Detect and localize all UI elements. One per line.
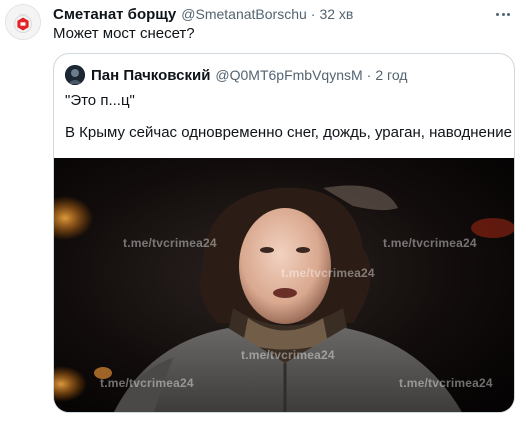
video-watermark: t.me/tvcrimea24 [399,376,493,390]
more-dot [496,12,500,16]
more-dot [501,12,505,16]
quoted-author-avatar[interactable] [65,65,85,85]
video-watermark: t.me/tvcrimea24 [123,236,217,250]
video-watermark: t.me/tvcrimea24 [100,376,194,390]
tweet-header: Сметанат борщу @SmetanatBorschu · 32 хв [53,4,353,24]
tweet[interactable]: ······· Сметанат борщу @SmetanatBorschu … [0,0,529,423]
video-watermark: t.me/tvcrimea24 [241,348,335,362]
tweet-text: Может мост снесет? [53,25,195,42]
more-options-icon[interactable] [493,6,513,22]
quoted-avatar-image-icon [65,65,85,85]
quoted-header: Пан Пачковский @Q0MT6pFmbVqynsM · 2 год [91,65,407,85]
video-watermark: t.me/tvcrimea24 [281,266,375,280]
quoted-text-line-2: В Крыму сейчас одновременно снег, дождь,… [65,124,512,141]
author-handle[interactable]: @SmetanatBorschu [181,6,307,22]
quoted-tweet[interactable]: Пан Пачковский @Q0MT6pFmbVqynsM · 2 год … [53,53,515,413]
quoted-text-line-1: "Это п...ц" [65,92,135,109]
quoted-author-handle[interactable]: @Q0MT6pFmbVqynsM [215,67,362,83]
separator-dot: · [310,6,316,22]
author-avatar[interactable]: ······· [5,4,41,40]
quoted-timestamp[interactable]: 2 год [375,67,407,83]
tweet-timestamp[interactable]: 32 хв [319,6,353,22]
video-watermark: t.me/tvcrimea24 [383,236,477,250]
video-frame-image [54,158,514,412]
avatar-logo-icon: ······· [6,5,40,39]
quoted-author-name[interactable]: Пан Пачковский [91,67,210,84]
separator-dot: · [366,67,372,83]
author-name[interactable]: Сметанат борщу [53,6,176,23]
more-dot [506,12,510,16]
quoted-media-video[interactable]: t.me/tvcrimea24 t.me/tvcrimea24 t.me/tvc… [54,158,514,412]
